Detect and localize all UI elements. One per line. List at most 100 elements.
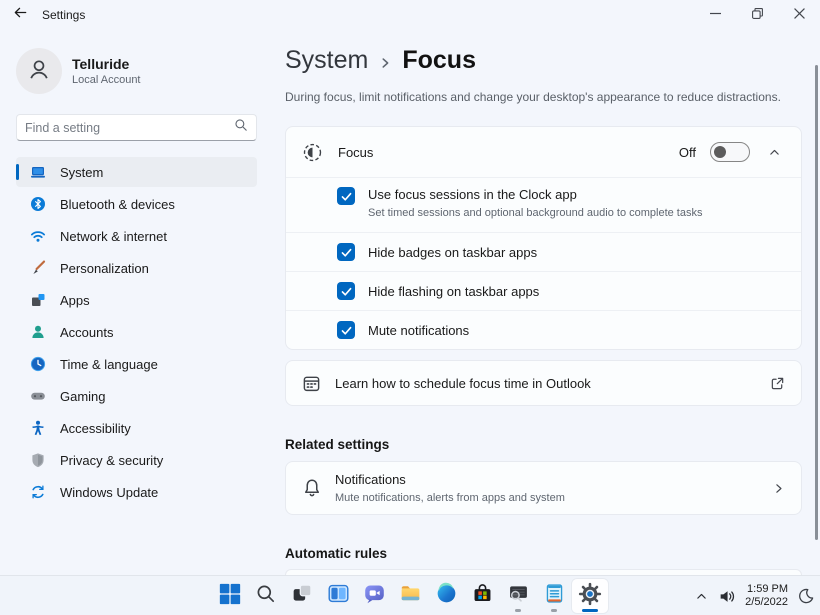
back-button[interactable] xyxy=(0,0,40,30)
taskbar-icons xyxy=(212,579,608,613)
sidebar-item-label: Gaming xyxy=(60,388,106,404)
checkbox-hide-badges[interactable] xyxy=(337,243,355,261)
edge-icon xyxy=(435,582,458,610)
sidebar-item-apps[interactable]: Apps xyxy=(16,285,257,315)
check-icon xyxy=(341,248,351,257)
search-box[interactable] xyxy=(16,114,257,141)
store-icon xyxy=(471,582,494,610)
brush-icon xyxy=(30,260,46,276)
taskbar-search-button[interactable] xyxy=(248,579,284,613)
moon-icon xyxy=(799,588,814,604)
back-arrow-icon xyxy=(13,5,28,25)
search-icon xyxy=(234,118,248,137)
option-row-hide-flashing[interactable]: Hide flashing on taskbar apps xyxy=(286,271,801,310)
tray-chevron-button[interactable] xyxy=(695,590,708,603)
widgets-button[interactable] xyxy=(320,579,356,613)
bell-icon xyxy=(302,478,322,498)
sidebar-item-personalization[interactable]: Personalization xyxy=(16,253,257,283)
sidebar-item-windows-update[interactable]: Windows Update xyxy=(16,477,257,507)
sidebar-item-privacy[interactable]: Privacy & security xyxy=(16,445,257,475)
breadcrumb-parent[interactable]: System xyxy=(285,46,368,75)
minimize-icon xyxy=(709,6,721,24)
focus-expander-header[interactable]: Focus Off xyxy=(286,127,801,177)
person-icon xyxy=(26,56,52,87)
window-title: Settings xyxy=(42,8,86,22)
notifications-description: Mute notifications, alerts from apps and… xyxy=(335,492,565,504)
sidebar-item-bluetooth[interactable]: Bluetooth & devices xyxy=(16,189,257,219)
titlebar: Settings xyxy=(0,0,820,30)
option-row-focus-sessions[interactable]: Use focus sessions in the Clock app Set … xyxy=(286,177,801,232)
speaker-icon xyxy=(720,590,735,602)
accounts-icon xyxy=(30,324,46,340)
sidebar-item-accounts[interactable]: Accounts xyxy=(16,317,257,347)
search-input[interactable] xyxy=(25,120,234,135)
focus-toggle[interactable] xyxy=(710,142,750,162)
sidebar-item-time-language[interactable]: Time & language xyxy=(16,349,257,379)
account-header[interactable]: Telluride Local Account xyxy=(16,48,257,94)
tray-date: 2/5/2022 xyxy=(745,596,788,608)
scrollbar[interactable] xyxy=(815,65,818,540)
bluetooth-icon xyxy=(30,196,46,212)
page-title: Focus xyxy=(402,46,476,74)
chat-button[interactable] xyxy=(356,579,392,613)
sidebar-item-label: Accounts xyxy=(60,324,114,340)
close-icon xyxy=(793,6,805,24)
sidebar-item-gaming[interactable]: Gaming xyxy=(16,381,257,411)
breadcrumb: System Focus xyxy=(285,46,802,75)
edge-button[interactable] xyxy=(428,579,464,613)
running-indicator xyxy=(515,609,521,612)
file-explorer-button[interactable] xyxy=(392,579,428,613)
close-button[interactable] xyxy=(778,0,820,30)
sidebar-item-label: Time & language xyxy=(60,356,158,372)
notes-button[interactable] xyxy=(536,579,572,613)
system-icon xyxy=(30,164,46,180)
chevron-right-icon xyxy=(772,482,785,495)
checkbox-focus-sessions[interactable] xyxy=(337,187,355,205)
external-link-icon xyxy=(770,376,785,391)
check-icon xyxy=(341,192,351,201)
outlook-link-card[interactable]: Learn how to schedule focus time in Outl… xyxy=(285,360,802,406)
update-icon xyxy=(30,484,46,500)
task-view-icon xyxy=(291,582,314,610)
outlook-link-label: Learn how to schedule focus time in Outl… xyxy=(335,375,591,391)
active-indicator xyxy=(582,609,598,612)
windows-logo-icon xyxy=(218,582,242,611)
sidebar-item-accessibility[interactable]: Accessibility xyxy=(16,413,257,443)
option-description: Set timed sessions and optional backgrou… xyxy=(368,207,703,219)
main-panel: System Focus During focus, limit notific… xyxy=(273,30,820,575)
related-settings-header: Related settings xyxy=(285,437,390,452)
running-indicator xyxy=(551,609,557,612)
minimize-button[interactable] xyxy=(694,0,736,30)
option-label: Hide badges on taskbar apps xyxy=(368,244,538,260)
clock[interactable]: 1:59 PM 2/5/2022 xyxy=(745,583,788,609)
sidebar-item-label: Accessibility xyxy=(60,420,131,436)
option-row-hide-badges[interactable]: Hide badges on taskbar apps xyxy=(286,232,801,271)
page-description: During focus, limit notifications and ch… xyxy=(285,90,781,104)
focus-toggle-state: Off xyxy=(678,144,696,160)
notifications-card[interactable]: Notifications Mute notifications, alerts… xyxy=(285,461,802,515)
focus-icon xyxy=(302,142,324,163)
checkbox-mute-notifications[interactable] xyxy=(337,321,355,339)
settings-button[interactable] xyxy=(572,579,608,613)
file-explorer-icon xyxy=(399,582,422,610)
start-button[interactable] xyxy=(212,579,248,613)
volume-button[interactable] xyxy=(718,588,735,605)
focus-assist-button[interactable] xyxy=(798,588,814,604)
checkbox-hide-flashing[interactable] xyxy=(337,282,355,300)
task-view-button[interactable] xyxy=(284,579,320,613)
chevron-right-icon xyxy=(378,56,392,70)
avatar xyxy=(16,48,62,94)
gamepad-icon xyxy=(30,388,46,404)
sidebar-item-system[interactable]: System xyxy=(16,157,257,187)
sidebar-item-network[interactable]: Network & internet xyxy=(16,221,257,251)
option-row-mute-notifications[interactable]: Mute notifications xyxy=(286,310,801,349)
taskbar: 1:59 PM 2/5/2022 xyxy=(0,575,820,615)
collapse-button[interactable] xyxy=(764,142,785,163)
store-button[interactable] xyxy=(464,579,500,613)
tray-time: 1:59 PM xyxy=(747,583,788,595)
remote-screen-button[interactable] xyxy=(500,579,536,613)
restore-button[interactable] xyxy=(736,0,778,30)
sidebar-item-label: Windows Update xyxy=(60,484,159,500)
option-label: Mute notifications xyxy=(368,322,470,338)
account-name: Telluride xyxy=(72,56,130,72)
